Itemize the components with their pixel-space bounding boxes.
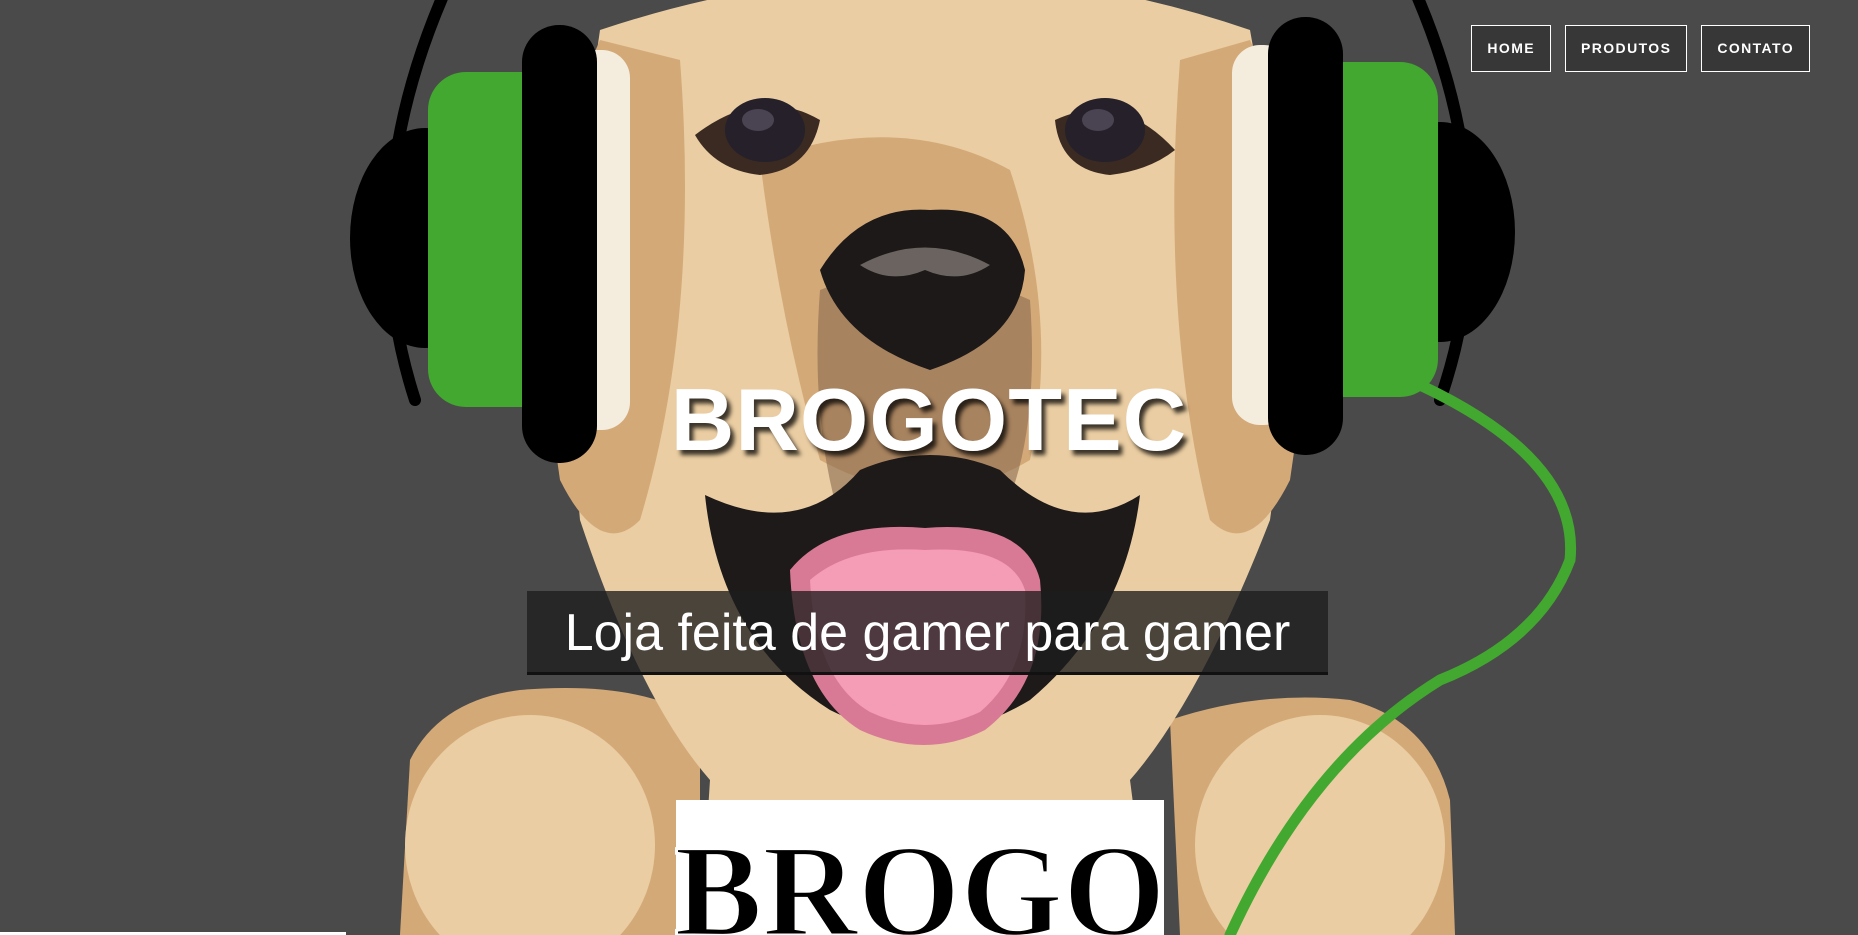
nav-contato-button[interactable]: CONTATO xyxy=(1701,25,1810,72)
top-nav: HOME PRODUTOS CONTATO xyxy=(1471,25,1810,72)
nav-produtos-button[interactable]: PRODUTOS xyxy=(1565,25,1688,72)
hero-tagline: Loja feita de gamer para gamer xyxy=(527,591,1328,675)
hero-section: BROGO BROGOTEC Loja feita de gamer para … xyxy=(0,0,1858,935)
nav-home-button[interactable]: HOME xyxy=(1471,25,1552,72)
shirt-logo-text: BROGO xyxy=(674,817,1165,935)
hero-title: BROGOTEC xyxy=(670,370,1188,469)
